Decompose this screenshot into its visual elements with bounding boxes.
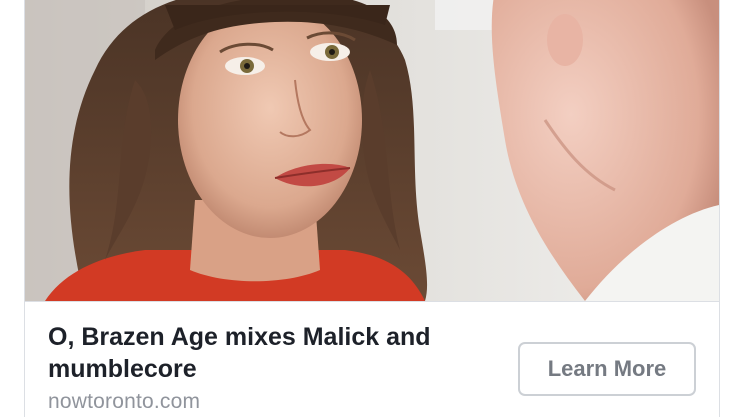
card-footer: O, Brazen Age mixes Malick and mumblecor…	[25, 301, 719, 417]
link-preview-card[interactable]: O, Brazen Age mixes Malick and mumblecor…	[24, 0, 720, 417]
photo-illustration	[25, 0, 719, 301]
source-domain: nowtoronto.com	[48, 390, 201, 413]
article-headline[interactable]: O, Brazen Age mixes Malick and mumblecor…	[48, 321, 488, 385]
article-thumbnail-image[interactable]	[25, 0, 719, 302]
learn-more-button[interactable]: Learn More	[518, 342, 696, 396]
page: O, Brazen Age mixes Malick and mumblecor…	[0, 0, 744, 417]
